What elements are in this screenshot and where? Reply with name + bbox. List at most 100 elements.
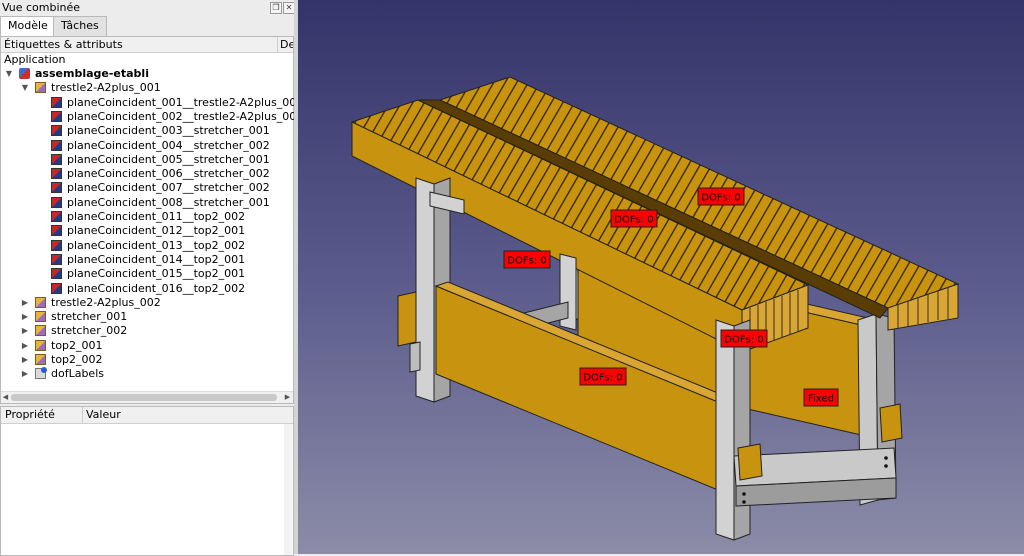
tree-item-label: planeCoincident_012__top2_001 bbox=[67, 224, 246, 238]
tree-item-label: planeCoincident_006__stretcher_002 bbox=[67, 167, 270, 181]
dof-label: DOFs: 0 bbox=[503, 250, 551, 269]
constraint-icon bbox=[51, 153, 62, 165]
chevron-right-icon[interactable]: ▶ bbox=[21, 356, 29, 364]
tree-item-label: assemblage-etabli bbox=[35, 67, 149, 80]
tree-horizontal-scrollbar[interactable]: ◀ ▶ bbox=[1, 391, 293, 403]
tree-item[interactable]: ▶ stretcher_002 bbox=[1, 324, 291, 338]
tree-item[interactable]: planeCoincident_012__top2_001 bbox=[1, 224, 291, 238]
part-icon bbox=[35, 354, 46, 365]
tree-item[interactable]: planeCoincident_008__stretcher_001 bbox=[1, 196, 291, 210]
tree-item[interactable]: planeCoincident_016__top2_002 bbox=[1, 282, 291, 296]
tree-item-label: stretcher_001 bbox=[51, 310, 128, 324]
left-stretcher-end bbox=[397, 291, 417, 347]
tree-item-label: planeCoincident_002__trestle2-A2plus_002 bbox=[67, 109, 304, 123]
constraint-icon bbox=[51, 239, 62, 251]
tree-item[interactable]: planeCoincident_005__stretcher_001 bbox=[1, 153, 291, 167]
scroll-thumb[interactable] bbox=[11, 394, 277, 401]
tree-item-label: trestle2-A2plus_001 bbox=[51, 81, 161, 95]
svg-text:DOFs: 0: DOFs: 0 bbox=[614, 215, 653, 226]
tree-item[interactable]: planeCoincident_011__top2_002 bbox=[1, 210, 291, 224]
tree-item[interactable]: planeCoincident_013__top2_002 bbox=[1, 239, 291, 253]
constraint-icon bbox=[51, 268, 62, 280]
tree-header: Étiquettes & attributs De bbox=[1, 37, 293, 53]
tree-item[interactable]: planeCoincident_001__trestle2-A2plus_002 bbox=[1, 96, 303, 110]
tree-header-description[interactable]: De bbox=[277, 37, 293, 52]
tree-item-label: dofLabels bbox=[51, 367, 104, 381]
tree-item[interactable]: ▶ stretcher_001 bbox=[1, 310, 291, 324]
part-icon bbox=[35, 339, 46, 351]
constraint-icon bbox=[51, 110, 62, 122]
tree-item[interactable]: ▼ assemblage-etabli bbox=[1, 67, 291, 81]
tree-root-application[interactable]: Application bbox=[4, 53, 65, 67]
assembly-icon bbox=[19, 68, 30, 79]
tree-item[interactable]: planeCoincident_006__stretcher_002 bbox=[1, 167, 291, 181]
constraint-icon bbox=[51, 168, 62, 180]
panel-title: Vue combinée bbox=[2, 1, 81, 14]
tree-item[interactable]: planeCoincident_015__top2_001 bbox=[1, 267, 291, 281]
tree-item-label: planeCoincident_004__stretcher_002 bbox=[67, 138, 270, 152]
property-vertical-scrollbar[interactable] bbox=[284, 424, 292, 555]
chevron-right-icon[interactable]: ▶ bbox=[21, 370, 29, 378]
svg-text:Fixed: Fixed bbox=[808, 394, 834, 405]
tree-item-label: top2_002 bbox=[51, 353, 103, 366]
dof-label: DOFs: 0 bbox=[579, 367, 627, 386]
workbench-model: DOFs: 0 DOFs: 0 DOFs: 0 DOFs: 0 DOFs: 0 Fixed bbox=[350, 76, 960, 541]
chevron-down-icon[interactable]: ▼ bbox=[21, 84, 29, 92]
svg-text:DOFs: 0: DOFs: 0 bbox=[724, 335, 763, 346]
property-view: Propriété Valeur bbox=[0, 406, 294, 556]
property-column-header[interactable]: Propriété bbox=[5, 408, 55, 421]
property-header: Propriété Valeur bbox=[1, 407, 293, 424]
tab-model[interactable]: Modèle bbox=[0, 16, 56, 37]
part-icon bbox=[35, 311, 46, 323]
part-icon bbox=[35, 325, 46, 337]
chevron-right-icon[interactable]: ▶ bbox=[21, 341, 29, 350]
fixed-label: Fixed bbox=[803, 388, 839, 407]
3d-viewport[interactable]: DOFs: 0 DOFs: 0 DOFs: 0 DOFs: 0 DOFs: 0 Fixed bbox=[298, 0, 1024, 554]
tree-item-label: planeCoincident_001__trestle2-A2plus_002 bbox=[67, 95, 304, 109]
svg-text:DOFs: 0: DOFs: 0 bbox=[583, 373, 622, 384]
dof-label: DOFs: 0 bbox=[610, 209, 658, 228]
model-tree: Étiquettes & attributs De Application ▼ a… bbox=[0, 36, 303, 404]
tree-header-labels[interactable]: Étiquettes & attributs bbox=[4, 38, 123, 51]
tree-item-label: planeCoincident_005__stretcher_001 bbox=[67, 152, 270, 166]
chevron-right-icon[interactable]: ▶ bbox=[21, 298, 29, 307]
float-panel-icon[interactable]: ❐ bbox=[270, 2, 282, 14]
constraint-icon bbox=[51, 225, 62, 237]
tree-item[interactable]: ▶ top2_001 bbox=[1, 339, 291, 353]
tree-item[interactable]: ▶ top2_002 bbox=[1, 353, 291, 367]
part-icon bbox=[35, 82, 46, 94]
scroll-left-icon[interactable]: ◀ bbox=[1, 393, 10, 402]
tree-item[interactable]: planeCoincident_004__stretcher_002 bbox=[1, 139, 291, 153]
scroll-right-icon[interactable]: ▶ bbox=[283, 393, 292, 402]
constraint-icon bbox=[51, 125, 62, 137]
svg-text:DOFs: 0: DOFs: 0 bbox=[701, 193, 740, 204]
tree-item-label: top2_001 bbox=[51, 338, 103, 352]
dof-labels-icon bbox=[35, 367, 47, 380]
tab-tasks[interactable]: Tâches bbox=[53, 16, 107, 36]
tree-item-label: planeCoincident_014__top2_001 bbox=[67, 252, 246, 266]
constraint-icon bbox=[51, 211, 62, 222]
constraint-icon bbox=[51, 182, 62, 194]
tree-item[interactable]: planeCoincident_007__stretcher_002 bbox=[1, 181, 291, 195]
constraint-icon bbox=[51, 253, 62, 265]
tree-item-label: planeCoincident_008__stretcher_001 bbox=[67, 195, 270, 209]
chevron-right-icon[interactable]: ▶ bbox=[21, 327, 29, 335]
panel-title-bar: Vue combinée ❐ ✕ bbox=[0, 0, 296, 15]
tree-item-label: stretcher_002 bbox=[51, 324, 128, 338]
combined-view-panel: Vue combinée ❐ ✕ Modèle Tâches Étiquette… bbox=[0, 0, 303, 556]
dof-label: DOFs: 0 bbox=[697, 187, 745, 206]
value-column-header[interactable]: Valeur bbox=[82, 407, 121, 423]
tree-item[interactable]: planeCoincident_014__top2_001 bbox=[1, 253, 291, 267]
tree-item-label: planeCoincident_007__stretcher_002 bbox=[67, 181, 270, 195]
chevron-right-icon[interactable]: ▶ bbox=[21, 313, 29, 321]
chevron-down-icon[interactable]: ▼ bbox=[5, 70, 13, 78]
tree-item[interactable]: planeCoincident_002__trestle2-A2plus_002 bbox=[1, 110, 303, 124]
constraint-icon bbox=[51, 96, 62, 108]
constraint-icon bbox=[51, 196, 62, 208]
tree-item[interactable]: ▶ dofLabels bbox=[1, 367, 291, 381]
tree-item[interactable]: ▼ trestle2-A2plus_001 bbox=[1, 81, 291, 95]
tree-item[interactable]: planeCoincident_003__stretcher_001 bbox=[1, 124, 291, 138]
dof-label: DOFs: 0 bbox=[720, 329, 768, 348]
tree-item-label: planeCoincident_011__top2_002 bbox=[67, 210, 246, 223]
tree-item[interactable]: ▶ trestle2-A2plus_002 bbox=[1, 296, 291, 310]
